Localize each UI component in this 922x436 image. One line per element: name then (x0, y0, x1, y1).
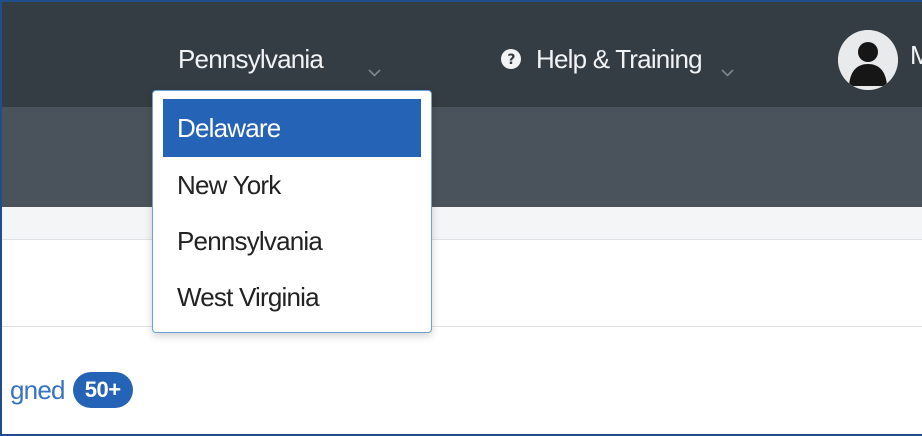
app-window: Pennsylvania ? Help & Training M (0, 0, 922, 436)
help-training-label: Help & Training (536, 43, 703, 74)
user-name-partial[interactable]: M (910, 40, 922, 71)
count-badge: 50+ (72, 372, 133, 408)
svg-text:?: ? (507, 52, 515, 68)
chevron-down-icon (367, 54, 382, 77)
content-divider (2, 326, 922, 327)
content-header-band (2, 207, 922, 240)
chevron-down-icon (720, 54, 735, 77)
state-option-west-virginia[interactable]: West Virginia (163, 269, 421, 325)
state-dropdown-menu: Delaware New York Pennsylvania West Virg… (152, 90, 432, 333)
help-training-menu[interactable]: ? Help & Training (500, 40, 735, 78)
assigned-filter-link[interactable]: gned 50+ (10, 372, 133, 408)
assigned-link-label: gned (10, 374, 65, 405)
state-selector[interactable]: Pennsylvania (178, 40, 382, 78)
user-avatar-icon[interactable] (838, 30, 898, 90)
state-option-delaware[interactable]: Delaware (163, 99, 421, 157)
state-selector-label: Pennsylvania (178, 43, 324, 74)
state-option-pennsylvania[interactable]: Pennsylvania (163, 213, 421, 269)
top-navigation-bar (2, 2, 922, 107)
question-circle-icon: ? (500, 48, 522, 70)
state-option-new-york[interactable]: New York (163, 157, 421, 213)
state-options-list: Delaware New York Pennsylvania West Virg… (163, 99, 421, 325)
secondary-navigation-bar (2, 107, 922, 207)
